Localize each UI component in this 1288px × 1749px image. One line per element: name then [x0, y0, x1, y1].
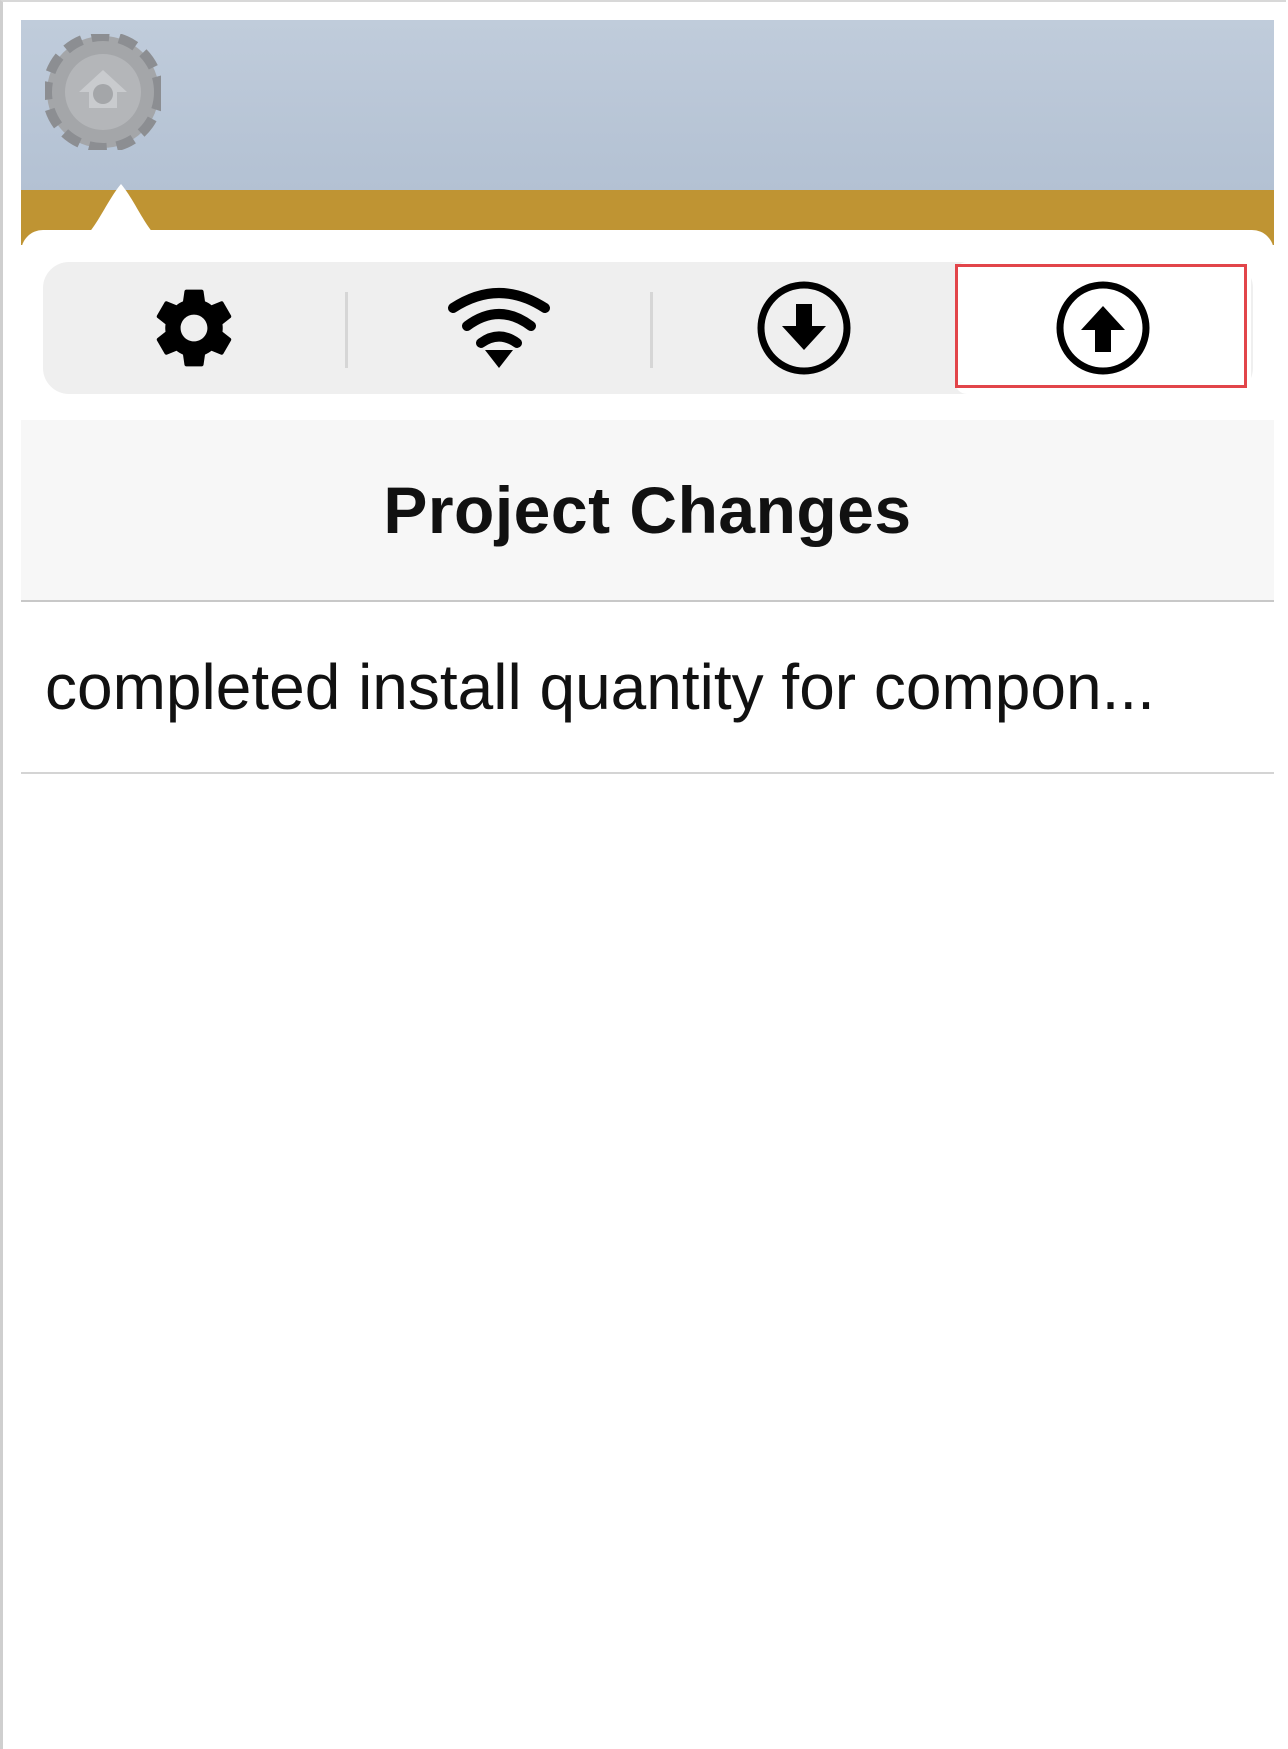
change-list-item[interactable]: completed install quantity for compon...: [21, 602, 1274, 774]
sync-segmented-control: [43, 262, 1253, 394]
app-logo-icon[interactable]: [45, 34, 161, 150]
gear-icon: [156, 289, 232, 367]
change-item-text: completed install quantity for compon...: [45, 651, 1155, 723]
download-icon: [757, 281, 851, 375]
wifi-icon: [448, 288, 550, 368]
header-background: [21, 20, 1274, 190]
panel-title-bar: Project Changes: [21, 420, 1274, 602]
app-screen: Project Changes completed install quanti…: [21, 20, 1274, 1749]
panel-title: Project Changes: [383, 473, 912, 547]
settings-segment[interactable]: [43, 262, 345, 394]
upload-segment[interactable]: [955, 262, 1251, 394]
connectivity-segment[interactable]: [348, 262, 650, 394]
popover-arrow: [61, 184, 181, 248]
download-segment[interactable]: [653, 262, 955, 394]
upload-icon: [1056, 281, 1150, 375]
